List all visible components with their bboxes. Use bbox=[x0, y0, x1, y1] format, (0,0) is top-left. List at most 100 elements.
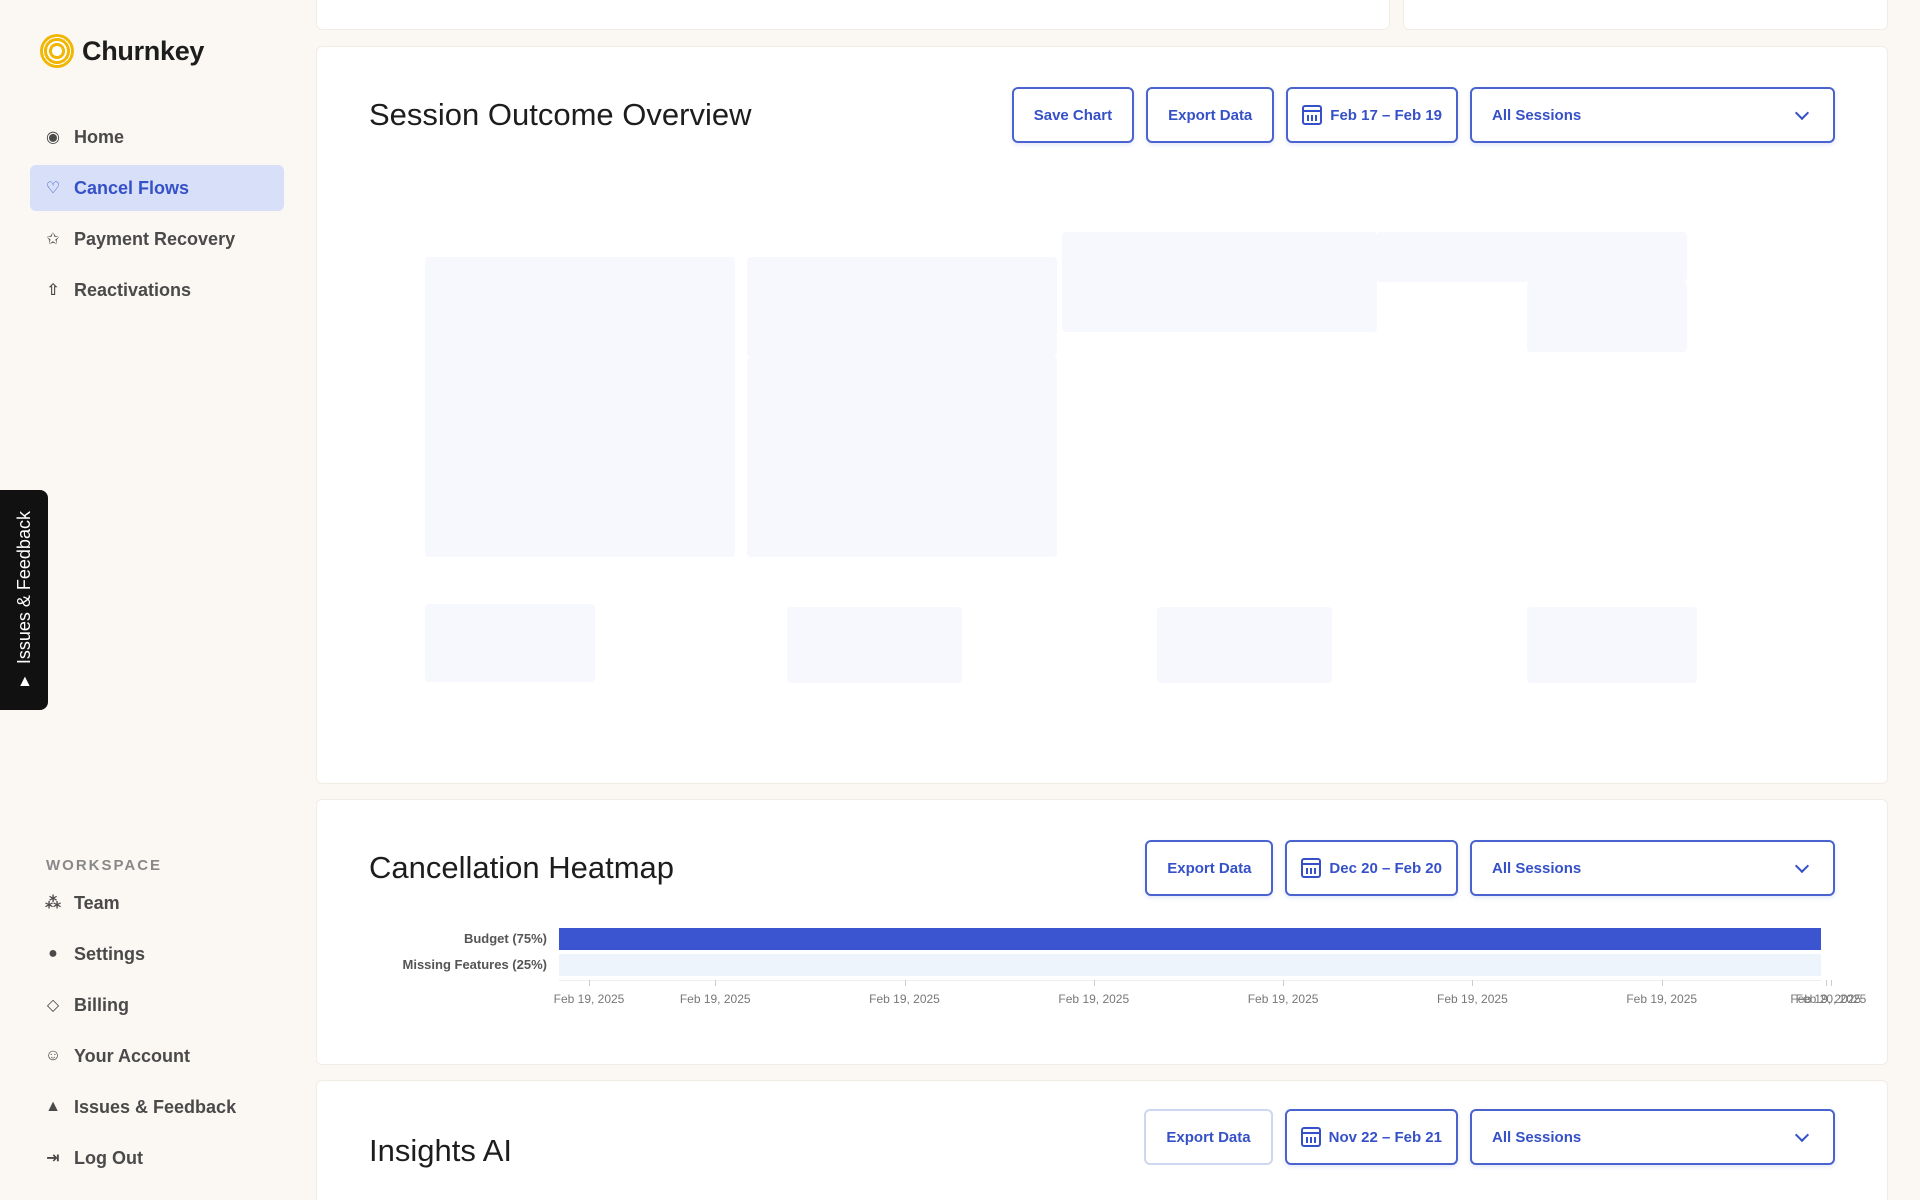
x-tick bbox=[904, 980, 906, 986]
x-tick-label: Feb 19, 2025 bbox=[1058, 992, 1130, 1006]
sidebar-item-label: Issues & Feedback bbox=[74, 1096, 237, 1117]
chevron-down-icon bbox=[1794, 105, 1810, 121]
insights-controls: Export Data Nov 22 – Feb 21 All Sessions bbox=[1144, 1109, 1835, 1165]
export-data-button[interactable]: Export Data bbox=[1144, 1109, 1273, 1165]
save-chart-button[interactable]: Save Chart bbox=[1011, 87, 1135, 143]
star-icon: ✩ bbox=[46, 231, 60, 248]
sidebar-item-label: Home bbox=[74, 126, 125, 147]
heatmap-controls: Export Data Dec 20 – Feb 20 All Sessions bbox=[1145, 840, 1835, 896]
x-tick-label: Feb 19, 2025 bbox=[679, 992, 751, 1006]
chart-skeleton bbox=[1157, 607, 1332, 683]
date-range-label: Feb 17 – Feb 19 bbox=[1330, 106, 1442, 124]
heatmap-row-label: Missing Features (25%) bbox=[402, 957, 548, 972]
date-range-label: Nov 22 – Feb 21 bbox=[1328, 1128, 1442, 1146]
date-range-picker[interactable]: Dec 20 – Feb 20 bbox=[1285, 840, 1458, 896]
date-range-picker[interactable]: Nov 22 – Feb 21 bbox=[1284, 1109, 1458, 1165]
chart-skeleton bbox=[1062, 232, 1377, 332]
chart-skeleton bbox=[747, 357, 1057, 557]
issues-feedback-tab[interactable]: ▲ Issues & Feedback bbox=[0, 490, 48, 710]
main-nav: ◉ Home ♡ Cancel Flows ✩ Payment Recovery… bbox=[30, 114, 284, 318]
sidebar-item-home[interactable]: ◉ Home bbox=[30, 114, 284, 160]
x-tick bbox=[1283, 980, 1285, 986]
logo[interactable]: Churnkey bbox=[40, 34, 204, 68]
x-tick bbox=[1825, 980, 1827, 986]
heart-icon: ♡ bbox=[45, 180, 61, 197]
sessions-filter-dropdown[interactable]: All Sessions bbox=[1470, 1109, 1835, 1165]
eye-icon: ◉ bbox=[46, 129, 60, 146]
sessions-filter-dropdown[interactable]: All Sessions bbox=[1470, 87, 1835, 143]
sidebar-item-label: Billing bbox=[74, 994, 129, 1015]
chart-skeleton bbox=[787, 607, 962, 683]
x-tick-label: Feb 19, 2025 bbox=[1626, 992, 1698, 1006]
chevron-down-icon bbox=[1794, 858, 1810, 874]
x-tick bbox=[715, 980, 717, 986]
sidebar-item-label: Team bbox=[74, 892, 120, 913]
sidebar-item-settings[interactable]: ● Settings bbox=[30, 931, 284, 977]
feedback-icon: ▲ bbox=[45, 1098, 61, 1115]
sidebar-item-billing[interactable]: ◇ Billing bbox=[30, 982, 284, 1028]
session-outcome-title: Session Outcome Overview bbox=[369, 97, 752, 132]
chart-skeleton bbox=[425, 604, 595, 682]
sidebar-item-reactivations[interactable]: ⇧ Reactivations bbox=[30, 267, 284, 313]
chart-skeleton bbox=[747, 257, 1057, 357]
x-tick-label: Feb 19, 2025 bbox=[1437, 992, 1508, 1006]
send-arrow-icon: ▲ bbox=[16, 672, 32, 690]
cancellation-heatmap-card: Cancellation Heatmap Export Data Dec 20 … bbox=[316, 799, 1888, 1065]
x-tick bbox=[1661, 980, 1663, 986]
x-tick bbox=[1831, 980, 1832, 986]
top-card-right bbox=[1403, 0, 1888, 30]
chart-skeleton bbox=[1527, 607, 1697, 683]
heatmap-row-label: Budget (75%) bbox=[463, 931, 547, 946]
sessions-filter-value: All Sessions bbox=[1492, 859, 1582, 877]
x-tick bbox=[1093, 980, 1095, 986]
logout-icon: ⇥ bbox=[46, 1150, 60, 1167]
x-tick bbox=[589, 980, 590, 986]
heatmap-bar[interactable] bbox=[559, 954, 1821, 976]
workspace-nav: ⁂ Team ● Settings ◇ Billing ☺ Your Accou… bbox=[30, 880, 284, 1186]
chevron-down-icon bbox=[1794, 1127, 1810, 1143]
session-outcome-card: Session Outcome Overview Save Chart Expo… bbox=[316, 46, 1888, 784]
session-controls: Save Chart Export Data Feb 17 – Feb 19 A… bbox=[1011, 87, 1835, 143]
heatmap-x-axis bbox=[559, 980, 1821, 981]
sidebar-item-label: Cancel Flows bbox=[74, 177, 190, 198]
export-data-button[interactable]: Export Data bbox=[1145, 840, 1274, 896]
x-tick bbox=[1472, 980, 1474, 986]
sidebar-item-log-out[interactable]: ⇥ Log Out bbox=[30, 1135, 284, 1181]
arrow-up-icon: ⇧ bbox=[46, 282, 60, 299]
sidebar-item-cancel-flows[interactable]: ♡ Cancel Flows bbox=[30, 165, 284, 211]
sidebar-item-label: Your Account bbox=[74, 1045, 190, 1066]
sidebar-item-your-account[interactable]: ☺ Your Account bbox=[30, 1033, 284, 1079]
export-data-button[interactable]: Export Data bbox=[1146, 87, 1275, 143]
calendar-icon bbox=[1302, 105, 1323, 125]
insights-title: Insights AI bbox=[369, 1133, 513, 1168]
sidebar-item-label: Payment Recovery bbox=[74, 228, 236, 249]
insights-ai-card: Insights AI Export Data Nov 22 – Feb 21 … bbox=[316, 1080, 1888, 1200]
chart-skeleton bbox=[425, 257, 735, 557]
app-name: Churnkey bbox=[82, 35, 205, 66]
sidebar-item-label: Settings bbox=[74, 943, 146, 964]
chart-skeleton bbox=[1527, 282, 1687, 352]
calendar-icon bbox=[1300, 1127, 1321, 1147]
date-range-label: Dec 20 – Feb 20 bbox=[1329, 859, 1442, 877]
sidebar-item-team[interactable]: ⁂ Team bbox=[30, 880, 284, 926]
churnkey-logo-icon bbox=[40, 34, 74, 68]
heatmap-bar[interactable] bbox=[559, 928, 1821, 950]
date-range-picker[interactable]: Feb 17 – Feb 19 bbox=[1286, 87, 1458, 143]
x-tick-label: Feb 19, 2025 bbox=[869, 992, 940, 1006]
sessions-filter-value: All Sessions bbox=[1492, 1128, 1582, 1146]
calendar-icon bbox=[1301, 858, 1322, 878]
sidebar-item-issues-feedback[interactable]: ▲ Issues & Feedback bbox=[30, 1084, 284, 1130]
feedback-tab-label: Issues & Feedback bbox=[13, 510, 34, 664]
top-card-left bbox=[316, 0, 1390, 30]
sessions-filter-dropdown[interactable]: All Sessions bbox=[1470, 840, 1835, 896]
x-tick-label: Feb 19, 2025 bbox=[553, 992, 625, 1006]
sidebar-item-label: Reactivations bbox=[74, 279, 192, 300]
sidebar-item-payment-recovery[interactable]: ✩ Payment Recovery bbox=[30, 216, 284, 262]
settings-icon: ● bbox=[48, 945, 58, 962]
x-tick-label: Feb 19, 2025 bbox=[1247, 992, 1319, 1006]
user-circle-icon: ☺ bbox=[44, 1047, 62, 1064]
workspace-label: WORKSPACE bbox=[46, 857, 163, 874]
x-tick-label: Feb 20, 2025 bbox=[1795, 992, 1867, 1006]
diamond-icon: ◇ bbox=[46, 997, 60, 1014]
sidebar-item-label: Log Out bbox=[74, 1147, 143, 1168]
